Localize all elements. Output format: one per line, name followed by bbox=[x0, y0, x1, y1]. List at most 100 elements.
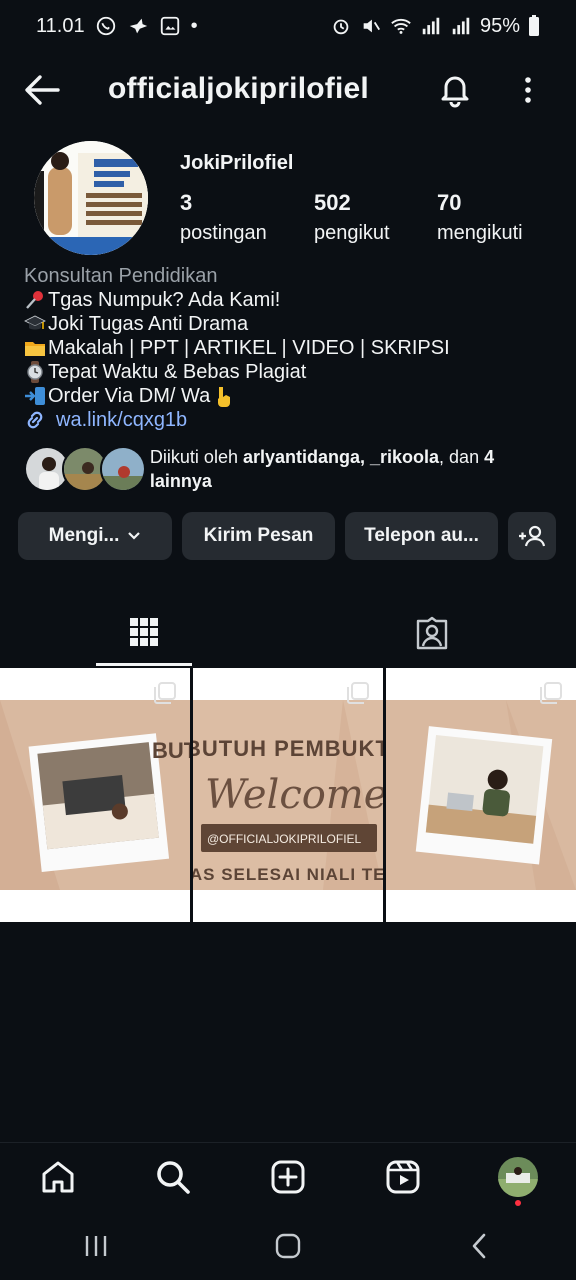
profile-display-name: JokiPrilofiel bbox=[180, 152, 294, 174]
dot-icon: • bbox=[190, 14, 198, 37]
add-post-icon bbox=[270, 1159, 306, 1195]
nav-home[interactable] bbox=[0, 1143, 115, 1210]
call-button[interactable]: Telepon au... bbox=[345, 512, 498, 560]
profile-category: Konsultan Pendidikan bbox=[24, 265, 218, 287]
link-icon bbox=[24, 409, 46, 431]
signal-icon bbox=[420, 15, 442, 37]
system-navigation bbox=[0, 1212, 576, 1280]
whatsapp-icon bbox=[95, 15, 117, 37]
reels-icon bbox=[385, 1159, 421, 1195]
posts-grid: BUT BUTUH PEMBUKTIAN? Welcome @OFFICIALJ… bbox=[0, 668, 576, 922]
tab-posts-grid[interactable] bbox=[96, 600, 192, 666]
bio-line: Tgas Numpuk? Ada Kami! bbox=[24, 288, 554, 312]
wifi-icon bbox=[390, 15, 412, 37]
stat-following-label: mengikuti bbox=[437, 222, 523, 244]
banner-heading-part: BUT bbox=[152, 738, 190, 763]
profile-tabs bbox=[0, 600, 576, 666]
status-time: 11.01 bbox=[36, 14, 85, 37]
avatar bbox=[100, 446, 146, 492]
stat-posts[interactable]: 3 postingan bbox=[180, 190, 314, 245]
signal-icon-2 bbox=[450, 15, 472, 37]
pointing-down-icon bbox=[212, 385, 234, 407]
battery-icon bbox=[528, 15, 540, 37]
profile-username: officialjokiprilofiel bbox=[108, 72, 369, 105]
pushpin-icon bbox=[24, 289, 46, 311]
bio-line-text: Joki Tugas Anti Drama bbox=[48, 313, 249, 335]
profile-avatar-icon bbox=[498, 1156, 539, 1197]
profile-avatar[interactable] bbox=[34, 141, 148, 255]
status-bar: 11.01 • 95% bbox=[0, 0, 576, 52]
stat-followers-label: pengikut bbox=[314, 222, 390, 244]
send-message-button[interactable]: Kirim Pesan bbox=[182, 512, 335, 560]
post-thumbnail[interactable] bbox=[386, 668, 576, 922]
bio-line: Tepat Waktu & Bebas Plagiat bbox=[24, 360, 554, 384]
banner-handle: @OFFICIALJOKIPRILOFIEL bbox=[207, 832, 362, 846]
profile-link[interactable]: wa.link/cqxg1b bbox=[24, 408, 554, 432]
profile-bio: Konsultan Pendidikan Tgas Numpuk? Ada Ka… bbox=[24, 264, 554, 432]
mutual-followers[interactable]: Diikuti oleh arlyantidanga, _rikoola, da… bbox=[24, 444, 554, 494]
profile-stats: 3 postingan 502 pengikut 70 mengikuti bbox=[180, 190, 571, 245]
grid-icon bbox=[129, 617, 159, 647]
notification-dot bbox=[515, 1200, 521, 1206]
multi-post-icon bbox=[347, 682, 369, 709]
phone-arrow-icon bbox=[24, 385, 46, 407]
profile-actions: Mengi... Kirim Pesan Telepon au... bbox=[18, 512, 558, 560]
search-icon bbox=[155, 1159, 191, 1195]
battery-percent: 95% bbox=[479, 14, 520, 37]
bio-line: Order Via DM/ Wa bbox=[24, 384, 554, 408]
nav-create[interactable] bbox=[230, 1143, 345, 1210]
mutual-middle: , dan bbox=[439, 447, 485, 467]
notification-bell-icon[interactable] bbox=[436, 70, 474, 108]
profile-header: officialjokiprilofiel bbox=[0, 62, 576, 118]
home-square-icon bbox=[273, 1231, 303, 1261]
multi-post-icon bbox=[154, 682, 176, 709]
nav-search[interactable] bbox=[115, 1143, 230, 1210]
bio-line: Makalah | PPT | ARTIKEL | VIDEO | SKRIPS… bbox=[24, 336, 554, 360]
nav-reels[interactable] bbox=[346, 1143, 461, 1210]
mutual-names: arlyantidanga, _rikoola bbox=[242, 447, 440, 467]
mute-icon bbox=[360, 15, 382, 37]
gallery-icon bbox=[159, 15, 181, 37]
banner-script: Welcome bbox=[205, 772, 383, 818]
banner-heading: BUTUH PEMBUKTIAN? bbox=[193, 736, 383, 761]
recent-apps-button[interactable] bbox=[0, 1212, 192, 1280]
bio-line-text: Tepat Waktu & Bebas Plagiat bbox=[48, 361, 307, 383]
call-label: Telepon au... bbox=[364, 525, 479, 546]
graduation-cap-icon bbox=[24, 313, 46, 335]
add-person-icon bbox=[518, 524, 546, 548]
post-thumbnail[interactable]: BUT bbox=[0, 668, 190, 922]
folder-icon bbox=[24, 337, 46, 359]
more-options-icon[interactable] bbox=[516, 72, 540, 108]
back-button[interactable] bbox=[384, 1212, 576, 1280]
banner-footer: TUGAS SELESAI NIALI TERJAMIN bbox=[193, 865, 383, 884]
bio-line: Joki Tugas Anti Drama bbox=[24, 312, 554, 336]
stat-followers[interactable]: 502 pengikut bbox=[314, 190, 437, 245]
tab-tagged[interactable] bbox=[384, 600, 480, 666]
send-message-label: Kirim Pesan bbox=[203, 525, 314, 546]
bio-line-text: Tgas Numpuk? Ada Kami! bbox=[48, 289, 281, 311]
stat-following-value: 70 bbox=[437, 190, 462, 215]
recent-apps-icon bbox=[81, 1231, 111, 1261]
tagged-person-icon bbox=[415, 616, 449, 650]
chevron-down-icon bbox=[127, 531, 141, 541]
following-button[interactable]: Mengi... bbox=[18, 512, 172, 560]
stat-posts-value: 3 bbox=[180, 190, 193, 215]
back-arrow-icon[interactable] bbox=[22, 72, 62, 108]
stat-followers-value: 502 bbox=[314, 190, 351, 215]
back-chevron-icon bbox=[465, 1231, 495, 1261]
home-button[interactable] bbox=[192, 1212, 384, 1280]
watch-icon bbox=[24, 361, 46, 383]
bio-line-text: Makalah | PPT | ARTIKEL | VIDEO | SKRIPS… bbox=[48, 337, 450, 359]
home-icon bbox=[40, 1159, 76, 1195]
mutual-followers-text: Diikuti oleh arlyantidanga, _rikoola, da… bbox=[150, 445, 554, 493]
post-thumbnail[interactable]: BUTUH PEMBUKTIAN? Welcome @OFFICIALJOKIP… bbox=[193, 668, 383, 922]
stat-following[interactable]: 70 mengikuti bbox=[437, 190, 571, 245]
suggest-people-button[interactable] bbox=[508, 512, 556, 560]
bio-line-text: Order Via DM/ Wa bbox=[48, 385, 211, 407]
mutual-follower-avatars bbox=[24, 446, 146, 492]
profile-link-text[interactable]: wa.link/cqxg1b bbox=[56, 408, 187, 432]
bottom-navigation bbox=[0, 1142, 576, 1210]
multi-post-icon bbox=[540, 682, 562, 709]
alarm-icon bbox=[330, 15, 352, 37]
bird-icon bbox=[127, 15, 149, 37]
